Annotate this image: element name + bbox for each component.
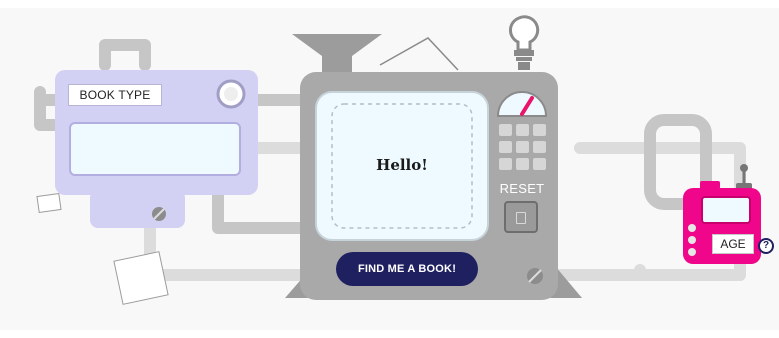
find-me-a-book-button[interactable]: FIND ME A BOOK! xyxy=(336,252,478,286)
reset-button[interactable] xyxy=(504,201,538,233)
screw-icon xyxy=(527,268,543,284)
screw-icon xyxy=(152,207,166,221)
keypad xyxy=(499,124,546,170)
book-type-label: BOOK TYPE xyxy=(68,84,162,106)
help-icon[interactable]: ? xyxy=(758,238,774,254)
book-type-input[interactable] xyxy=(69,122,241,176)
reset-label: RESET xyxy=(499,181,545,196)
age-label: AGE xyxy=(712,234,754,254)
age-input[interactable] xyxy=(701,196,751,224)
screen-greeting: Hello! xyxy=(376,156,428,174)
reset-icon xyxy=(516,212,526,224)
